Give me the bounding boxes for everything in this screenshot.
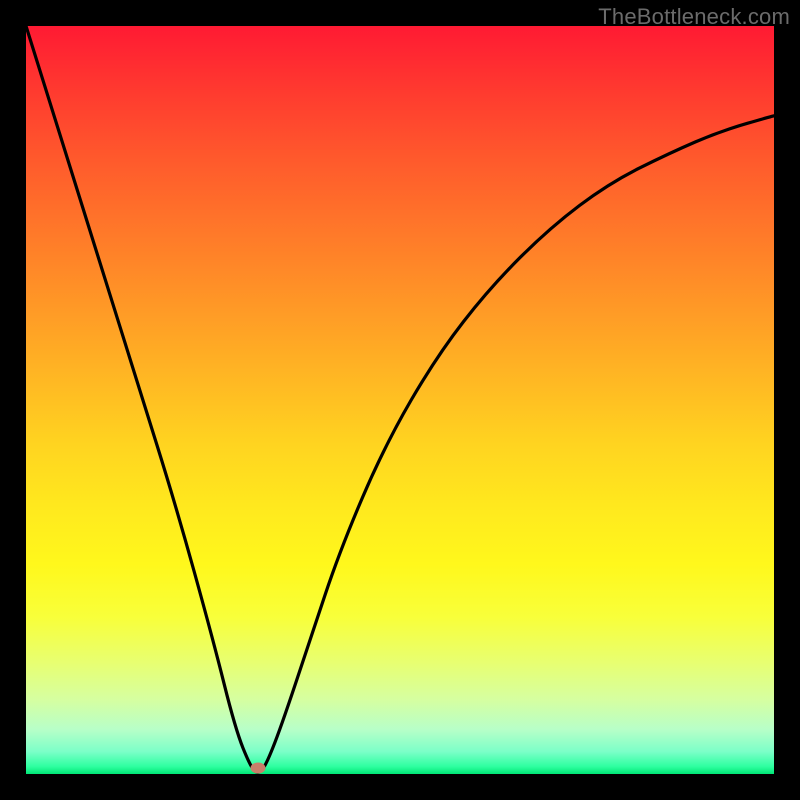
- bottleneck-curve: [26, 26, 774, 772]
- optimum-marker: [250, 763, 265, 774]
- chart-frame: TheBottleneck.com: [0, 0, 800, 800]
- plot-area: [26, 26, 774, 774]
- curve-svg: [26, 26, 774, 774]
